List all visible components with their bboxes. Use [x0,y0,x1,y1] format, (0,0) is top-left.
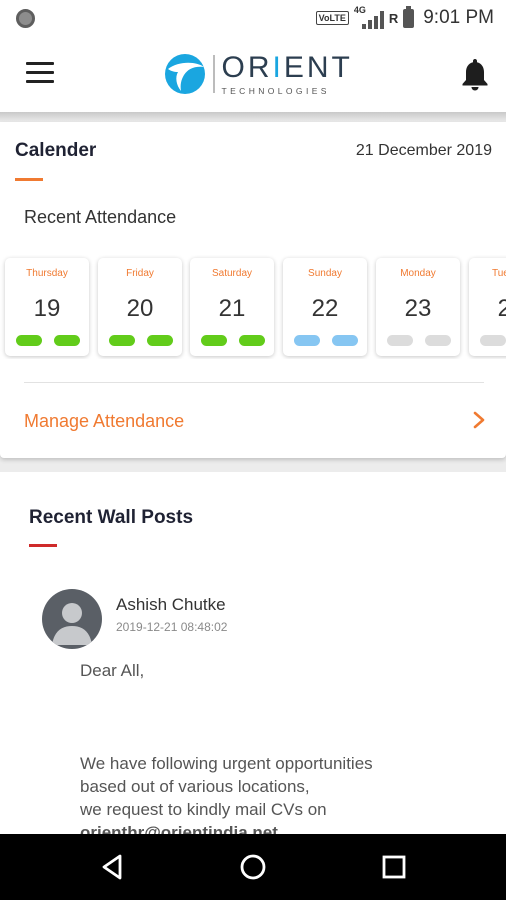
clock: 9:01 PM [423,7,494,28]
post-line: based out of various locations, [80,777,310,796]
calendar-title: Calender [15,140,97,161]
attendance-pill [54,335,80,346]
attendance-pill [294,335,320,346]
attendance-pill [425,335,451,346]
user-silhouette-icon [52,603,92,645]
post-greeting: Dear All, [80,661,145,680]
calendar-title-underline [15,178,43,181]
logo-wordmark: ORIENT [221,50,353,84]
status-bar: VoLTE 4G R 9:01 PM [0,0,506,36]
manage-attendance-button[interactable]: Manage Attendance [0,384,506,458]
day-name: Sunday [308,268,342,279]
home-icon[interactable] [238,852,268,882]
day-card-saturday[interactable]: Saturday 21 [190,258,274,356]
day-number: 19 [33,295,61,322]
logo-word-i: I [272,50,284,84]
logo-subtitle: TECHNOLOGIES [221,85,330,96]
attendance-pill [16,335,42,346]
day-number: 24 [497,295,506,322]
orient-logo-mark-icon [165,54,205,94]
calendar-card: Calender 21 December 2019 Recent Attenda… [0,122,506,458]
post-line: we request to kindly mail CVs on [80,800,327,819]
day-card-tuesday[interactable]: Tuesday 24 [469,258,506,356]
recent-attendance-label: Recent Attendance [24,207,177,227]
day-card-thursday[interactable]: Thursday 19 [5,258,89,356]
day-name: Saturday [211,268,253,279]
notification-dot-icon [16,9,35,28]
status-icons: VoLTE 4G R 9:01 PM [315,5,494,30]
day-card-monday[interactable]: Monday 23 [376,258,460,356]
wall-posts-card: Recent Wall Posts Ashish Chutke 2019-12-… [0,472,506,842]
day-number: 22 [311,295,339,322]
attendance-pill [201,335,227,346]
day-card-friday[interactable]: Friday 20 [98,258,182,356]
post-author[interactable]: Ashish Chutke [116,595,226,615]
chevron-right-icon [473,411,485,429]
back-icon[interactable] [98,852,128,882]
logo-word-part2: ENT [283,50,353,84]
day-number: 20 [126,295,154,322]
roaming-indicator: R [388,10,399,26]
hamburger-menu-icon[interactable] [26,62,54,84]
recents-icon[interactable] [379,852,409,882]
header-shadow [0,112,506,122]
battery-icon [403,5,415,28]
avatar[interactable] [42,589,102,649]
post-body: We have following urgent opportunities b… [80,752,480,844]
day-number: 21 [218,295,246,322]
app-header: ORIENT TECHNOLOGIES [0,36,506,112]
bell-icon[interactable] [460,56,490,92]
wall-title-underline [29,544,57,547]
current-date: 21 December 2019 [355,142,492,159]
wall-posts-title: Recent Wall Posts [29,507,194,528]
manage-attendance-label: Manage Attendance [24,411,185,431]
day-name: Thursday [26,268,68,279]
divider [24,382,484,383]
attendance-pill [109,335,135,346]
day-name: Monday [400,268,436,279]
post-timestamp: 2019-12-21 08:48:02 [116,620,228,634]
logo-word-part1: OR [221,50,273,84]
attendance-days-row[interactable]: Thursday 19 Friday 20 Saturday 21 Sunday… [0,255,506,359]
day-card-sunday[interactable]: Sunday 22 [283,258,367,356]
day-number: 23 [404,295,432,322]
system-nav-bar [0,834,506,900]
day-name: Friday [126,268,154,279]
attendance-pill [387,335,413,346]
attendance-pill [147,335,173,346]
volte-indicator: VoLTE [315,11,349,25]
post-line: We have following urgent opportunities [80,754,373,773]
day-name: Tuesday [492,268,506,279]
orient-logo: ORIENT TECHNOLOGIES [164,48,353,100]
attendance-pill [332,335,358,346]
attendance-pill [480,335,506,346]
signal-icon: 4G [354,5,384,29]
attendance-pill [239,335,265,346]
